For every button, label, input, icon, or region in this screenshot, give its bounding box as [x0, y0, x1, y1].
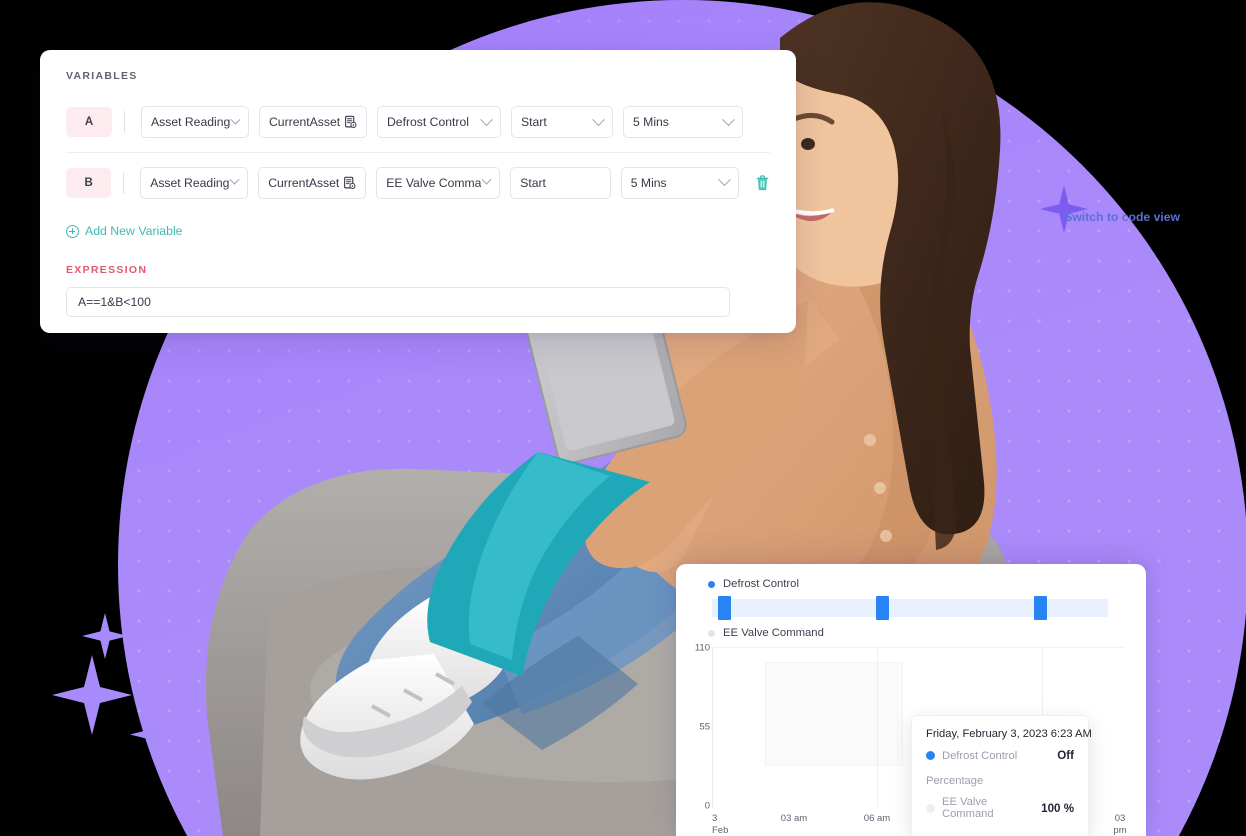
variables-section-title: VARIABLES — [66, 70, 138, 82]
row-divider — [123, 171, 125, 194]
aggregate-select-b[interactable]: Start — [510, 166, 611, 199]
y-tick-label: 110 — [694, 642, 710, 654]
x-tick-label: 06 am — [863, 813, 891, 824]
state-on-segment — [1034, 596, 1047, 620]
x-tick-label: 03 am — [780, 813, 808, 824]
y-tick-label: 55 — [699, 721, 710, 733]
switch-to-code-view-link[interactable]: Switch to code view — [1064, 210, 1180, 224]
current-asset-icon — [344, 176, 356, 189]
chart-panel: Defrost Control EE Valve Command 110 55 … — [676, 564, 1146, 836]
sparkle-icon-left-large — [52, 655, 132, 735]
variable-badge-a[interactable]: A — [66, 107, 112, 137]
aggregate-select-b-label: Start — [520, 175, 546, 190]
interval-select-b[interactable]: 5 Mins — [620, 166, 739, 199]
tooltip-dot-icon — [926, 803, 935, 813]
gridline — [877, 648, 878, 807]
state-on-segment — [876, 596, 889, 620]
legend-ee-valve-command[interactable]: EE Valve Command — [676, 617, 1146, 639]
aggregate-select-a-label: Start — [521, 115, 547, 129]
asset-select-a-label: CurrentAsset — [269, 115, 340, 129]
variable-badge-b[interactable]: B — [66, 167, 112, 198]
y-axis: 110 55 0 — [676, 643, 710, 812]
legend-dot-icon — [708, 629, 715, 637]
expression-input[interactable]: A==1&B<100 — [66, 287, 730, 317]
interval-select-a[interactable]: 5 Mins — [623, 106, 743, 138]
chart-plot-area-wrapper: 110 55 0 3 Feb 03 am 06 am 09 am 12 pm 0… — [676, 643, 1146, 836]
tooltip-timestamp: Friday, February 3, 2023 6:23 AM — [926, 728, 1092, 740]
chevron-down-icon — [592, 112, 605, 126]
point-select-b[interactable]: EE Valve Command — [376, 166, 501, 199]
source-select-a[interactable]: Asset Reading — [141, 106, 249, 138]
chevron-down-icon — [480, 112, 493, 126]
source-select-a-label: Asset Reading — [151, 115, 230, 129]
tooltip-series-name: Defrost Control — [942, 749, 1018, 762]
tooltip-group-label: Percentage — [926, 775, 984, 787]
tooltip-series-value: 100 % — [1041, 801, 1074, 815]
source-select-b-label: Asset Reading — [150, 175, 230, 190]
chevron-down-icon — [718, 173, 731, 187]
legend-dot-icon — [708, 580, 715, 588]
chevron-down-icon — [722, 112, 735, 126]
add-new-variable-button[interactable]: Add New Variable — [66, 224, 770, 238]
plus-circle-icon — [66, 224, 79, 238]
screenshot-stage: VARIABLES A Asset Reading CurrentAsset D… — [0, 0, 1246, 836]
source-select-b[interactable]: Asset Reading — [140, 166, 249, 199]
row-divider — [124, 111, 125, 133]
chevron-down-icon — [229, 174, 240, 185]
interval-select-a-label: 5 Mins — [633, 115, 669, 129]
asset-select-b[interactable]: CurrentAsset — [258, 166, 367, 199]
legend-defrost-control[interactable]: Defrost Control — [676, 564, 1146, 590]
x-tick-label: 3 Feb — [712, 813, 729, 836]
point-select-a[interactable]: Defrost Control — [377, 106, 501, 138]
expression-value: A==1&B<100 — [78, 295, 151, 309]
chart-tooltip: Friday, February 3, 2023 6:23 AM Defrost… — [911, 715, 1092, 836]
add-new-variable-label: Add New Variable — [85, 224, 183, 238]
tooltip-series-name: EE Valve Command — [942, 796, 994, 820]
tooltip-dot-icon — [926, 751, 935, 760]
chevron-down-icon — [230, 114, 241, 125]
x-tick-label: 03 pm — [1113, 813, 1127, 836]
defrost-control-state-timeline[interactable] — [712, 596, 1108, 620]
expression-section-title: EXPRESSION — [66, 264, 148, 276]
variable-row-a: A Asset Reading CurrentAsset Defrost Con… — [66, 92, 770, 152]
variables-panel: VARIABLES A Asset Reading CurrentAsset D… — [40, 50, 796, 333]
point-select-a-label: Defrost Control — [387, 115, 469, 129]
plot-ghost-region — [765, 662, 903, 766]
interval-select-b-label: 5 Mins — [630, 175, 667, 190]
current-asset-icon — [345, 115, 357, 128]
aggregate-select-a[interactable]: Start — [511, 106, 613, 138]
chevron-down-icon — [481, 174, 492, 185]
delete-variable-button[interactable] — [755, 174, 770, 191]
tooltip-row-ee-valve-command: EE Valve Command 100 % — [926, 796, 1074, 820]
point-select-b-label: EE Valve Command — [386, 175, 482, 190]
legend-defrost-control-label: Defrost Control — [723, 578, 799, 590]
variable-row-b: B Asset Reading CurrentAsset EE Valve Co… — [66, 152, 770, 212]
y-tick-label: 0 — [704, 800, 710, 812]
asset-select-b-label: CurrentAsset — [268, 175, 340, 190]
tooltip-row-defrost-control: Defrost Control Off — [926, 749, 1074, 762]
state-on-segment — [718, 596, 731, 620]
legend-ee-valve-command-label: EE Valve Command — [723, 627, 824, 639]
tooltip-series-value: Off — [1057, 749, 1074, 762]
asset-select-a[interactable]: CurrentAsset — [259, 106, 367, 138]
